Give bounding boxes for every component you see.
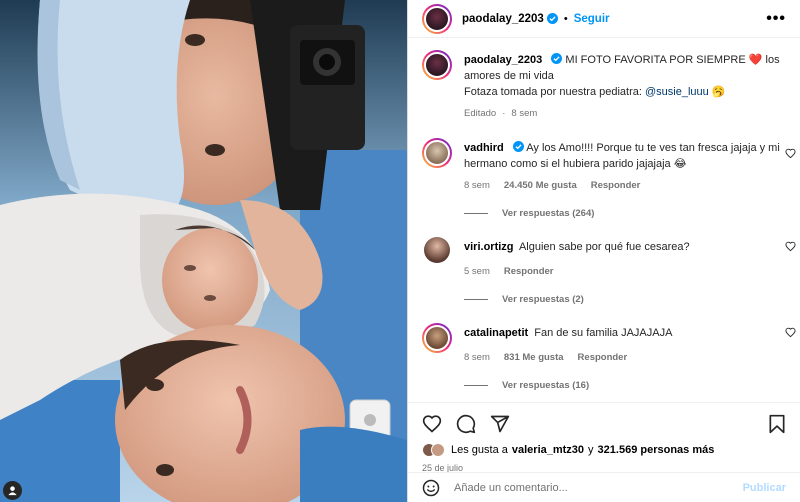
view-replies-label[interactable]: Ver respuestas (16): [502, 380, 589, 391]
post-photo[interactable]: [0, 0, 407, 502]
reply-button[interactable]: Responder: [591, 178, 641, 194]
caption-emoji: 🥱: [711, 86, 726, 98]
comment-icon[interactable]: [456, 414, 476, 434]
comment-like-icon[interactable]: [785, 148, 796, 159]
follow-button[interactable]: Seguir: [574, 13, 610, 25]
user-tag-icon: [8, 486, 17, 496]
likes-and: y: [588, 444, 594, 456]
author-avatar[interactable]: [422, 3, 452, 34]
comment-likes[interactable]: 24.450 Me gusta: [504, 178, 577, 194]
verified-icon: [551, 53, 563, 64]
liker-avatar: [431, 443, 445, 457]
add-comment-bar: Añade un comentario... Publicar: [408, 472, 800, 502]
likes-summary: Les gusta a valeria_mtz30 y 321.569 pers…: [422, 439, 786, 461]
author-username[interactable]: paodalay_2203: [462, 13, 544, 25]
caption-meta: Editado · 8 sem: [464, 106, 786, 122]
comment-username[interactable]: viri.ortizg: [464, 241, 514, 253]
comment-username[interactable]: catalinapetit: [464, 327, 528, 339]
comments-list[interactable]: paodalay_2203 MI FOTO FAVORITA POR SIEMP…: [408, 38, 800, 402]
comment-text: Ay los Amo!!!! Porque tu te ves tan fres…: [464, 142, 780, 170]
emoji-icon[interactable]: [422, 479, 440, 497]
comment-input[interactable]: Añade un comentario...: [454, 482, 743, 494]
comment-time: 8 sem: [464, 180, 490, 191]
bookmark-icon[interactable]: [768, 414, 786, 434]
reply-button[interactable]: Responder: [504, 264, 554, 280]
reply-button[interactable]: Responder: [578, 350, 628, 366]
comment: viri.ortizg Alguien sabe por qué fue ces…: [422, 237, 796, 280]
heart-emoji: ❤️: [748, 54, 763, 66]
comment-meta: 8 sem 24.450 Me gusta Responder: [464, 178, 786, 194]
post-comment-button[interactable]: Publicar: [743, 482, 786, 494]
comment-text: Fan de su familia JAJAJAJA: [534, 327, 673, 339]
action-icons: [422, 409, 786, 439]
edited-label: Editado: [464, 108, 497, 119]
comment-text: Alguien sabe por qué fue cesarea?: [518, 241, 690, 253]
separator-dot: •: [563, 12, 568, 25]
comment-avatar[interactable]: [424, 237, 450, 263]
likes-user[interactable]: valeria_mtz30: [512, 444, 584, 456]
post-image: [0, 0, 407, 502]
user-tag-button[interactable]: [3, 481, 22, 500]
post-header: paodalay_2203 • Seguir •••: [408, 0, 800, 38]
caption-avatar[interactable]: [422, 50, 452, 80]
comment-time: 5 sem: [464, 266, 490, 277]
caption: paodalay_2203 MI FOTO FAVORITA POR SIEMP…: [422, 50, 786, 122]
comment-meta: 8 sem 831 Me gusta Responder: [464, 350, 786, 366]
share-icon[interactable]: [490, 414, 510, 434]
view-replies-label[interactable]: Ver respuestas (2): [502, 294, 584, 305]
view-replies[interactable]: Ver respuestas (2): [464, 294, 786, 305]
comment-meta: 5 sem Responder: [464, 264, 786, 280]
more-options-icon[interactable]: •••: [766, 10, 786, 28]
comment-time: 8 sem: [464, 352, 490, 363]
caption-line2: Fotaza tomada por nuestra pediatra:: [464, 86, 642, 98]
comment-username[interactable]: vadhird: [464, 142, 504, 154]
caption-time: 8 sem: [511, 108, 538, 119]
caption-mention[interactable]: @susie_luuu: [645, 86, 709, 98]
comment: catalinapetit Fan de su familia JAJAJAJA…: [422, 323, 796, 366]
caption-text: MI FOTO FAVORITA POR SIEMPRE: [565, 54, 746, 66]
heart-icon[interactable]: [422, 414, 442, 434]
comment-like-icon[interactable]: [785, 327, 796, 338]
instagram-post-modal: paodalay_2203 • Seguir ••• paodalay_2203: [0, 0, 800, 502]
likes-count[interactable]: 321.569 personas más: [598, 444, 715, 456]
view-replies-label[interactable]: Ver respuestas (264): [502, 208, 594, 219]
comment-likes[interactable]: 831 Me gusta: [504, 350, 564, 366]
likes-prefix: Les gusta a: [451, 444, 508, 456]
comment-like-icon[interactable]: [785, 241, 796, 252]
verified-icon: [546, 13, 558, 24]
comment-avatar[interactable]: [422, 323, 452, 353]
comment: vadhird Ay los Amo!!!! Porque tu te ves …: [422, 138, 796, 194]
caption-username[interactable]: paodalay_2203: [464, 54, 542, 66]
comment-avatar[interactable]: [422, 138, 452, 168]
view-replies[interactable]: Ver respuestas (264): [464, 208, 786, 219]
post-sidebar: paodalay_2203 • Seguir ••• paodalay_2203: [407, 0, 800, 502]
verified-icon: [512, 141, 524, 152]
view-replies[interactable]: Ver respuestas (16): [464, 380, 786, 391]
